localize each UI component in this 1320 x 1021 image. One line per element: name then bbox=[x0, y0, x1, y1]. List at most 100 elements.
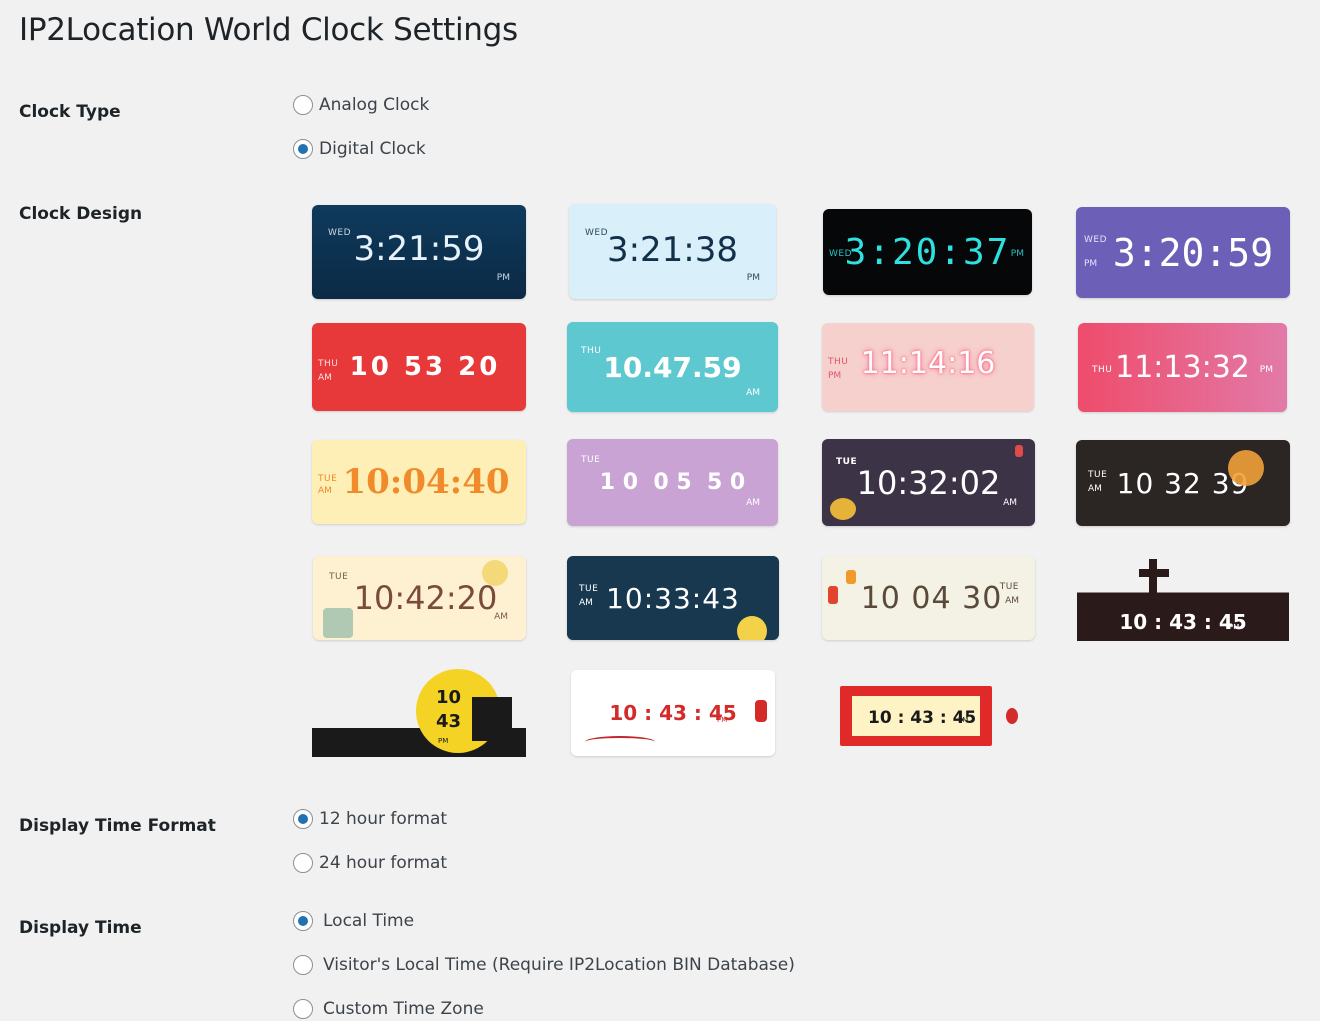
design-time-minutes: 43 bbox=[436, 711, 462, 732]
haunted-house-icon bbox=[472, 697, 512, 741]
design-day: WED bbox=[585, 228, 609, 238]
moon-rabbit-icon bbox=[737, 616, 767, 640]
design-day: THU bbox=[828, 357, 849, 367]
design-time: 10:42:20 bbox=[353, 579, 498, 617]
radio-circle[interactable] bbox=[293, 853, 313, 873]
design-ampm: AM bbox=[1003, 498, 1017, 508]
design-time: 11:14:16 bbox=[860, 345, 996, 381]
clock-design-12[interactable]: TUE 10 32 39 AM bbox=[1076, 440, 1290, 526]
clock-design-14[interactable]: TUE 10:33:43 AM bbox=[567, 556, 779, 640]
radio-label: Digital Clock bbox=[319, 139, 426, 159]
radio-label: Visitor's Local Time (Require IP2Locatio… bbox=[323, 955, 795, 975]
lantern-icon bbox=[755, 700, 767, 722]
clock-design-11[interactable]: TUE 10:32:02 AM bbox=[822, 439, 1035, 526]
design-ampm: PM bbox=[438, 737, 449, 745]
design-ampm: PM bbox=[1010, 249, 1024, 259]
clock-design-8[interactable]: THU 11:13:32 PM bbox=[1078, 323, 1287, 412]
design-ampm: AM bbox=[318, 486, 332, 496]
radio-custom-time-zone[interactable]: Custom Time Zone bbox=[293, 999, 484, 1019]
design-time: 10 : 43 : 45 bbox=[1119, 610, 1247, 634]
design-time: 10:33:43 bbox=[606, 581, 740, 615]
design-time: 3:20:37 bbox=[844, 231, 1011, 273]
clock-design-17[interactable]: 10 43 PM bbox=[312, 667, 526, 757]
radio-circle[interactable] bbox=[293, 139, 313, 159]
radio-analog-clock[interactable]: Analog Clock bbox=[293, 95, 429, 115]
radio-local-time[interactable]: Local Time bbox=[293, 911, 414, 931]
design-ampm: AM bbox=[579, 598, 593, 608]
design-day: TUE bbox=[999, 582, 1019, 592]
design-ampm: PM bbox=[746, 273, 760, 283]
clock-design-19[interactable]: 10 : 43 : 45 PM bbox=[838, 668, 1036, 752]
cross-icon bbox=[1149, 559, 1157, 599]
design-day: TUE bbox=[1088, 470, 1108, 480]
clock-design-10[interactable]: TUE 1 0 0 5 5 0 AM bbox=[567, 439, 778, 526]
design-time: 10:04:40 bbox=[342, 462, 510, 502]
design-day: TUE bbox=[581, 455, 601, 465]
clock-design-2[interactable]: WED 3:21:38 PM bbox=[569, 204, 776, 299]
design-ampm: AM bbox=[318, 373, 332, 383]
radio-label: 24 hour format bbox=[319, 853, 448, 873]
design-day: TUE bbox=[318, 474, 338, 484]
clock-design-18[interactable]: 10 : 43 : 45 PM bbox=[571, 670, 775, 756]
design-ampm: AM bbox=[494, 612, 508, 622]
design-time: 10 bbox=[436, 687, 462, 708]
radio-visitor-local-time[interactable]: Visitor's Local Time (Require IP2Locatio… bbox=[293, 955, 795, 975]
design-ampm: AM bbox=[1005, 596, 1019, 606]
radio-circle[interactable] bbox=[293, 999, 313, 1019]
radio-circle[interactable] bbox=[293, 809, 313, 829]
radio-circle[interactable] bbox=[293, 95, 313, 115]
design-day: TUE bbox=[836, 457, 858, 467]
design-day: THU bbox=[1092, 365, 1113, 375]
clock-design-9[interactable]: TUE 10:04:40 AM bbox=[312, 440, 526, 524]
family-icon bbox=[323, 608, 353, 638]
lantern-icon bbox=[846, 570, 856, 584]
design-time: 3:21:59 bbox=[353, 229, 485, 269]
radio-label: Analog Clock bbox=[319, 95, 430, 115]
design-time: 10 53 20 bbox=[349, 352, 501, 382]
design-ampm: PM bbox=[717, 716, 728, 724]
design-ampm: PM bbox=[958, 716, 969, 724]
design-ampm: AM bbox=[746, 498, 760, 508]
clock-design-5[interactable]: THU 10 53 20 AM bbox=[312, 323, 526, 411]
design-ampm: AM bbox=[746, 388, 760, 398]
clock-design-7[interactable]: THU 11:14:16 PM bbox=[822, 323, 1034, 411]
clock-design-3[interactable]: WED 3:20:37 PM bbox=[823, 209, 1032, 295]
display-time-format-label: Display Time Format bbox=[19, 816, 216, 836]
design-ampm: PM bbox=[1259, 365, 1273, 375]
design-day: WED bbox=[328, 228, 352, 238]
design-ampm: PM bbox=[828, 371, 842, 381]
clock-design-6[interactable]: THU 10.47.59 AM bbox=[567, 322, 778, 412]
clock-type-label: Clock Type bbox=[19, 102, 121, 122]
design-ampm: AM bbox=[1088, 484, 1102, 494]
radio-circle[interactable] bbox=[293, 911, 313, 931]
design-time: 10 04 30 bbox=[860, 580, 1003, 616]
blossom-branch bbox=[585, 736, 655, 748]
design-time: 11:13:32 bbox=[1115, 350, 1250, 385]
design-time: 3:21:38 bbox=[606, 229, 739, 270]
lantern-icon bbox=[828, 586, 838, 604]
design-time: 10:32:02 bbox=[856, 463, 1001, 502]
design-day: WED bbox=[1084, 235, 1108, 245]
radio-12-hour[interactable]: 12 hour format bbox=[293, 809, 447, 829]
design-ampm: PM bbox=[1084, 259, 1098, 269]
moon-icon bbox=[1228, 450, 1264, 486]
cross-bar bbox=[1139, 569, 1169, 577]
radio-circle[interactable] bbox=[293, 955, 313, 975]
clock-design-15[interactable]: 10 04 30 TUE AM bbox=[822, 556, 1035, 640]
radio-label: 12 hour format bbox=[319, 809, 448, 829]
coin-icon bbox=[830, 498, 856, 520]
clock-design-13[interactable]: TUE 10:42:20 AM bbox=[313, 556, 526, 640]
moon-icon bbox=[482, 560, 508, 586]
design-day: TUE bbox=[329, 572, 349, 582]
radio-24-hour[interactable]: 24 hour format bbox=[293, 853, 447, 873]
lantern-icon bbox=[1015, 445, 1023, 457]
clock-design-16[interactable]: 10 : 43 : 45 PM bbox=[1077, 553, 1289, 641]
design-day: THU bbox=[318, 359, 339, 369]
clock-design-1[interactable]: WED 3:21:59 PM bbox=[312, 205, 526, 299]
design-time: 10.47.59 bbox=[603, 350, 742, 384]
radio-label: Custom Time Zone bbox=[323, 999, 484, 1019]
radio-digital-clock[interactable]: Digital Clock bbox=[293, 139, 426, 159]
design-day: TUE bbox=[579, 584, 599, 594]
clock-design-4[interactable]: WED 3:20:59 PM bbox=[1076, 207, 1290, 298]
design-ampm: PM bbox=[496, 273, 510, 283]
